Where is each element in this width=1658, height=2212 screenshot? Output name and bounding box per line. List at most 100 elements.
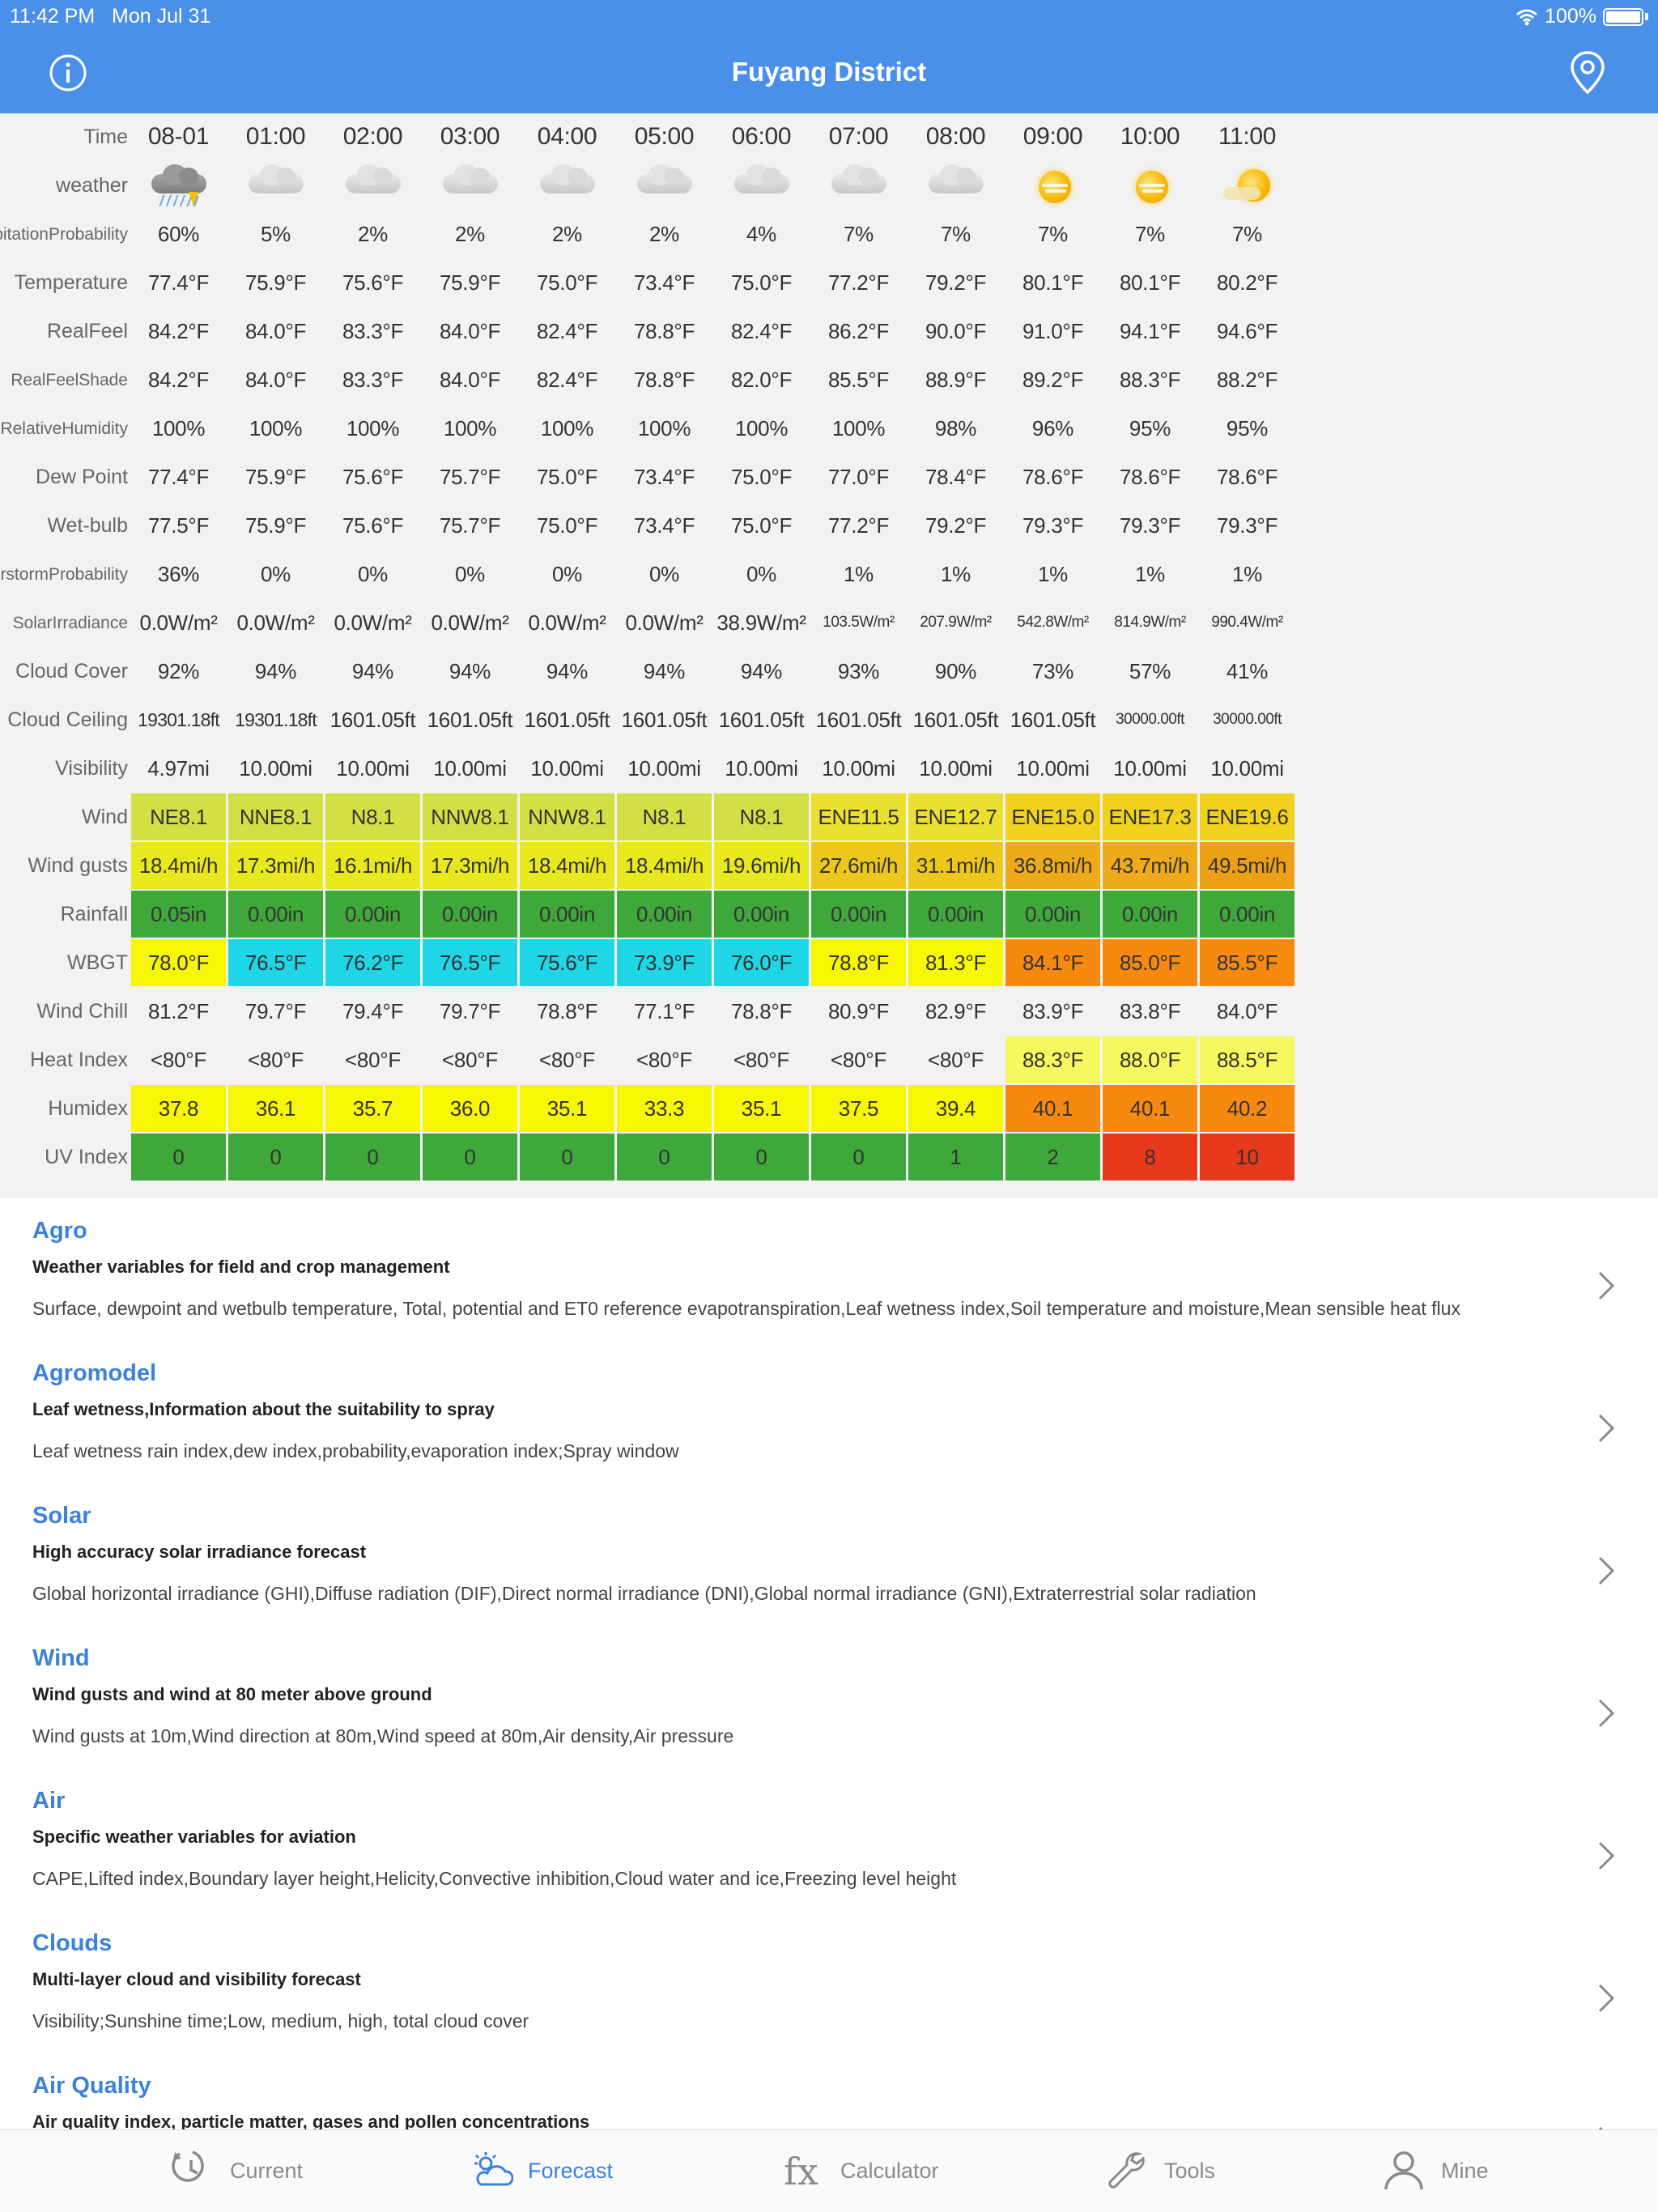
- table-cell: 75.0°F: [536, 464, 598, 489]
- chevron-right-icon[interactable]: [1596, 1840, 1616, 1872]
- table-cell: 82.0°F: [730, 367, 793, 392]
- table-cell: 0%: [455, 561, 485, 586]
- lightning-shape: [188, 192, 198, 206]
- table-cell: 75.0°F: [730, 270, 793, 295]
- table-cell: 98%: [934, 415, 977, 440]
- chevron-right-icon[interactable]: [1596, 1412, 1616, 1444]
- table-cell: 78.6°F: [1216, 464, 1278, 489]
- table-cell: 91.0°F: [1022, 318, 1084, 343]
- list-item-clouds[interactable]: Clouds Multi-layer cloud and visibility f…: [0, 1930, 1658, 2073]
- chevron-right-icon[interactable]: [1596, 1982, 1616, 2014]
- table-cell: 75.7°F: [439, 513, 501, 538]
- table-cell: 75.9°F: [439, 270, 501, 295]
- thunderstorm-rain-icon: [147, 163, 211, 208]
- tab-current[interactable]: Current: [172, 2146, 303, 2195]
- table-cell: 100%: [249, 415, 303, 440]
- table-cell: 85.0°F: [1103, 939, 1197, 986]
- table-cell: 94%: [546, 658, 589, 683]
- table-cell: 35.1: [714, 1085, 809, 1132]
- row-label: WBGT: [0, 939, 128, 988]
- chevron-right-icon[interactable]: [1596, 1555, 1616, 1587]
- table-cell: 76.5°F: [228, 939, 323, 986]
- sun-cloud-icon: [474, 2152, 513, 2186]
- table-row: Wind NE8.1 NNE8.1 N8.1 NNW8.1 NNW8.1 N8.1 N8.1 E…: [0, 793, 1295, 842]
- battery-percent: 100%: [1545, 5, 1596, 28]
- list-item-agromodel[interactable]: Agromodel Leaf wetness,Information about …: [0, 1360, 1658, 1503]
- row-label-line: Rainfall: [60, 903, 128, 926]
- table-cell: ENE17.3: [1103, 793, 1197, 840]
- table-cell: 77.2°F: [827, 270, 890, 295]
- row-label-line: Visibility: [55, 757, 128, 781]
- table-cell: 10.00mi: [725, 755, 798, 781]
- table-cell: 40.2: [1200, 1085, 1295, 1132]
- list-item-agro[interactable]: Agro Weather variables for field and crop…: [0, 1218, 1658, 1360]
- table-cell: 0.0W/m²: [528, 610, 606, 635]
- table-cell: 78.6°F: [1022, 464, 1084, 489]
- list-item-description: Wind gusts at 10m,Wind direction at 80m,…: [32, 1725, 734, 1746]
- weather-cell: [228, 162, 323, 209]
- row-label-line: Probability: [48, 565, 128, 585]
- list-item-wind[interactable]: Wind Wind gusts and wind at 80 meter abov…: [0, 1645, 1658, 1788]
- table-cell: 77.1°F: [633, 998, 695, 1023]
- table-cell: 75.6°F: [342, 270, 404, 295]
- table-cell: NE8.1: [131, 793, 226, 840]
- table-cell: 81.3°F: [908, 939, 1003, 986]
- table-cell: 78.8°F: [633, 367, 695, 392]
- table-cell: 78.8°F: [730, 998, 793, 1023]
- tab-label: Forecast: [528, 2158, 614, 2183]
- table-cell: N8.1: [617, 793, 712, 840]
- row-label-line: Humidity: [62, 419, 128, 439]
- table-cell: 100%: [734, 415, 789, 440]
- table-cell: 16.1mi/h: [325, 842, 420, 889]
- table-cell: 2%: [552, 221, 582, 246]
- weather-cell: [1005, 162, 1100, 209]
- table-cell: 77.5°F: [147, 513, 210, 538]
- table-cell: 79.3°F: [1022, 513, 1084, 538]
- list-item-air[interactable]: Air Specific weather variables for aviati…: [0, 1788, 1658, 1930]
- table-cell: 10.00mi: [1016, 755, 1090, 781]
- table-cell: 10.00mi: [530, 755, 604, 781]
- table-cell: 94.1°F: [1119, 318, 1181, 343]
- row-label-line: RealFeel: [46, 320, 128, 343]
- table-row: Wet-bulb 77.5°F 75.9°F 75.6°F 75.7°F 75.0°F 73…: [0, 502, 1295, 551]
- table-cell: 82.9°F: [925, 998, 987, 1023]
- table-cell: 85.5°F: [1200, 939, 1295, 986]
- location-pin-icon[interactable]: [1569, 50, 1606, 96]
- table-cell: 49.5mi/h: [1200, 842, 1295, 889]
- table-cell: 75.0°F: [730, 464, 793, 489]
- table-cell: N8.1: [325, 793, 420, 840]
- table-row: Relative Humidity 100% 100% 100% 100% 100% 100%…: [0, 405, 1295, 453]
- chevron-right-icon[interactable]: [1596, 1270, 1616, 1302]
- sun-shape: [1038, 171, 1071, 203]
- tab-tools[interactable]: Tools: [1106, 2146, 1215, 2195]
- time-cell: 11:00: [1218, 123, 1277, 150]
- chevron-right-icon[interactable]: [1596, 1697, 1616, 1729]
- table-cell: 1601.05ft: [718, 707, 805, 732]
- row-label: Wind gusts: [0, 842, 128, 891]
- cloud-shape: [733, 164, 789, 194]
- time-cell: 08:00: [925, 123, 986, 150]
- table-cell: <80°F: [442, 1047, 498, 1072]
- tab-forecast[interactable]: Forecast: [470, 2146, 613, 2195]
- tab-mine[interactable]: Mine: [1383, 2146, 1489, 2195]
- table-cell: 79.2°F: [925, 513, 987, 538]
- table-cell: 80.2°F: [1216, 270, 1278, 295]
- list-item-title: Clouds: [32, 1930, 113, 1956]
- tab-calculator[interactable]: fx Calculator: [782, 2146, 939, 2195]
- status-time: 11:42 PM: [10, 5, 96, 28]
- table-cell: 0.00in: [1200, 891, 1295, 938]
- row-label-line: WBGT: [67, 951, 128, 975]
- table-cell: 78.4°F: [925, 464, 987, 489]
- table-cell: 77.4°F: [147, 270, 210, 295]
- table-row: PrecipitationProbability 60% 5% 2% 2% 2% 2% 4% 7…: [0, 211, 1295, 259]
- cloud-shape: [831, 164, 886, 194]
- battery-tip: [1645, 13, 1648, 20]
- cloud-shape: [539, 164, 595, 194]
- refresh-clock-icon: [172, 2150, 204, 2182]
- chevron-path: [1598, 1984, 1615, 2013]
- list-item-solar[interactable]: Solar High accuracy solar irradiance fore…: [0, 1503, 1658, 1645]
- table-cell: 76.2°F: [325, 939, 420, 986]
- table-cell: 10.00mi: [336, 755, 410, 781]
- table-row: RealFeel Shade 84.2°F 84.0°F 83.3°F 84.0°F 82.…: [0, 356, 1295, 405]
- table-cell: 78.6°F: [1119, 464, 1181, 489]
